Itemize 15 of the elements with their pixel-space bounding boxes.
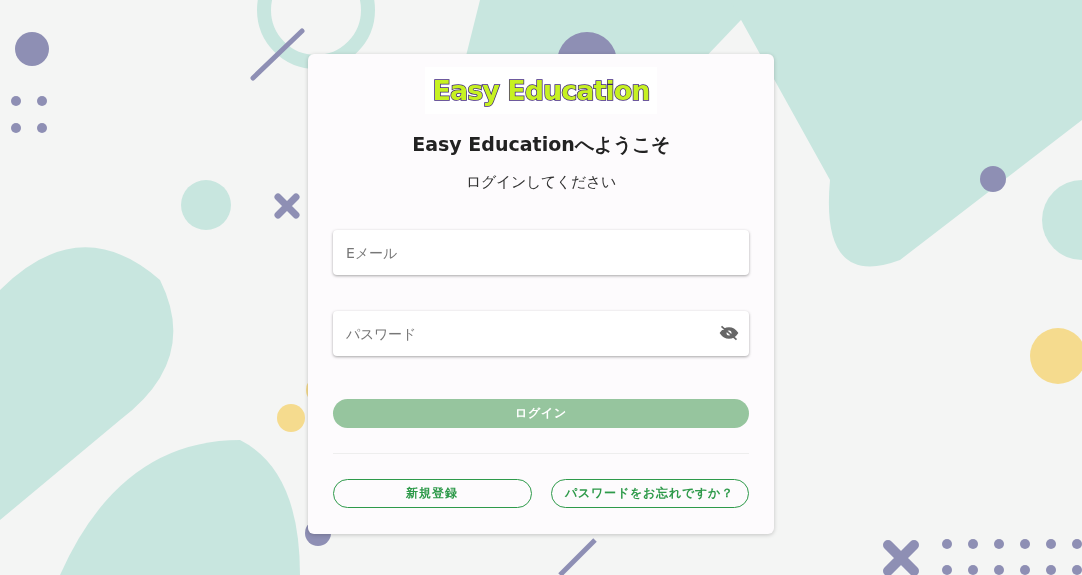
cross-shape xyxy=(274,193,300,219)
email-field[interactable]: Eメール xyxy=(333,230,749,275)
dot-grid-drawing xyxy=(11,96,47,133)
stripe-shape xyxy=(558,538,597,575)
eye-off-icon[interactable] xyxy=(719,323,739,343)
circle-shape xyxy=(181,180,231,230)
cross-shape xyxy=(883,540,919,575)
password-field[interactable]: パスワード xyxy=(333,311,749,356)
stripe-shape xyxy=(250,28,305,81)
circle-shape xyxy=(980,166,1006,192)
circle-shape xyxy=(277,404,305,432)
circle-shape xyxy=(15,32,49,66)
login-prompt: ログインしてください xyxy=(466,173,616,192)
welcome-heading: Easy Educationへようこそ xyxy=(412,132,670,157)
logo: Easy Education xyxy=(424,67,658,114)
